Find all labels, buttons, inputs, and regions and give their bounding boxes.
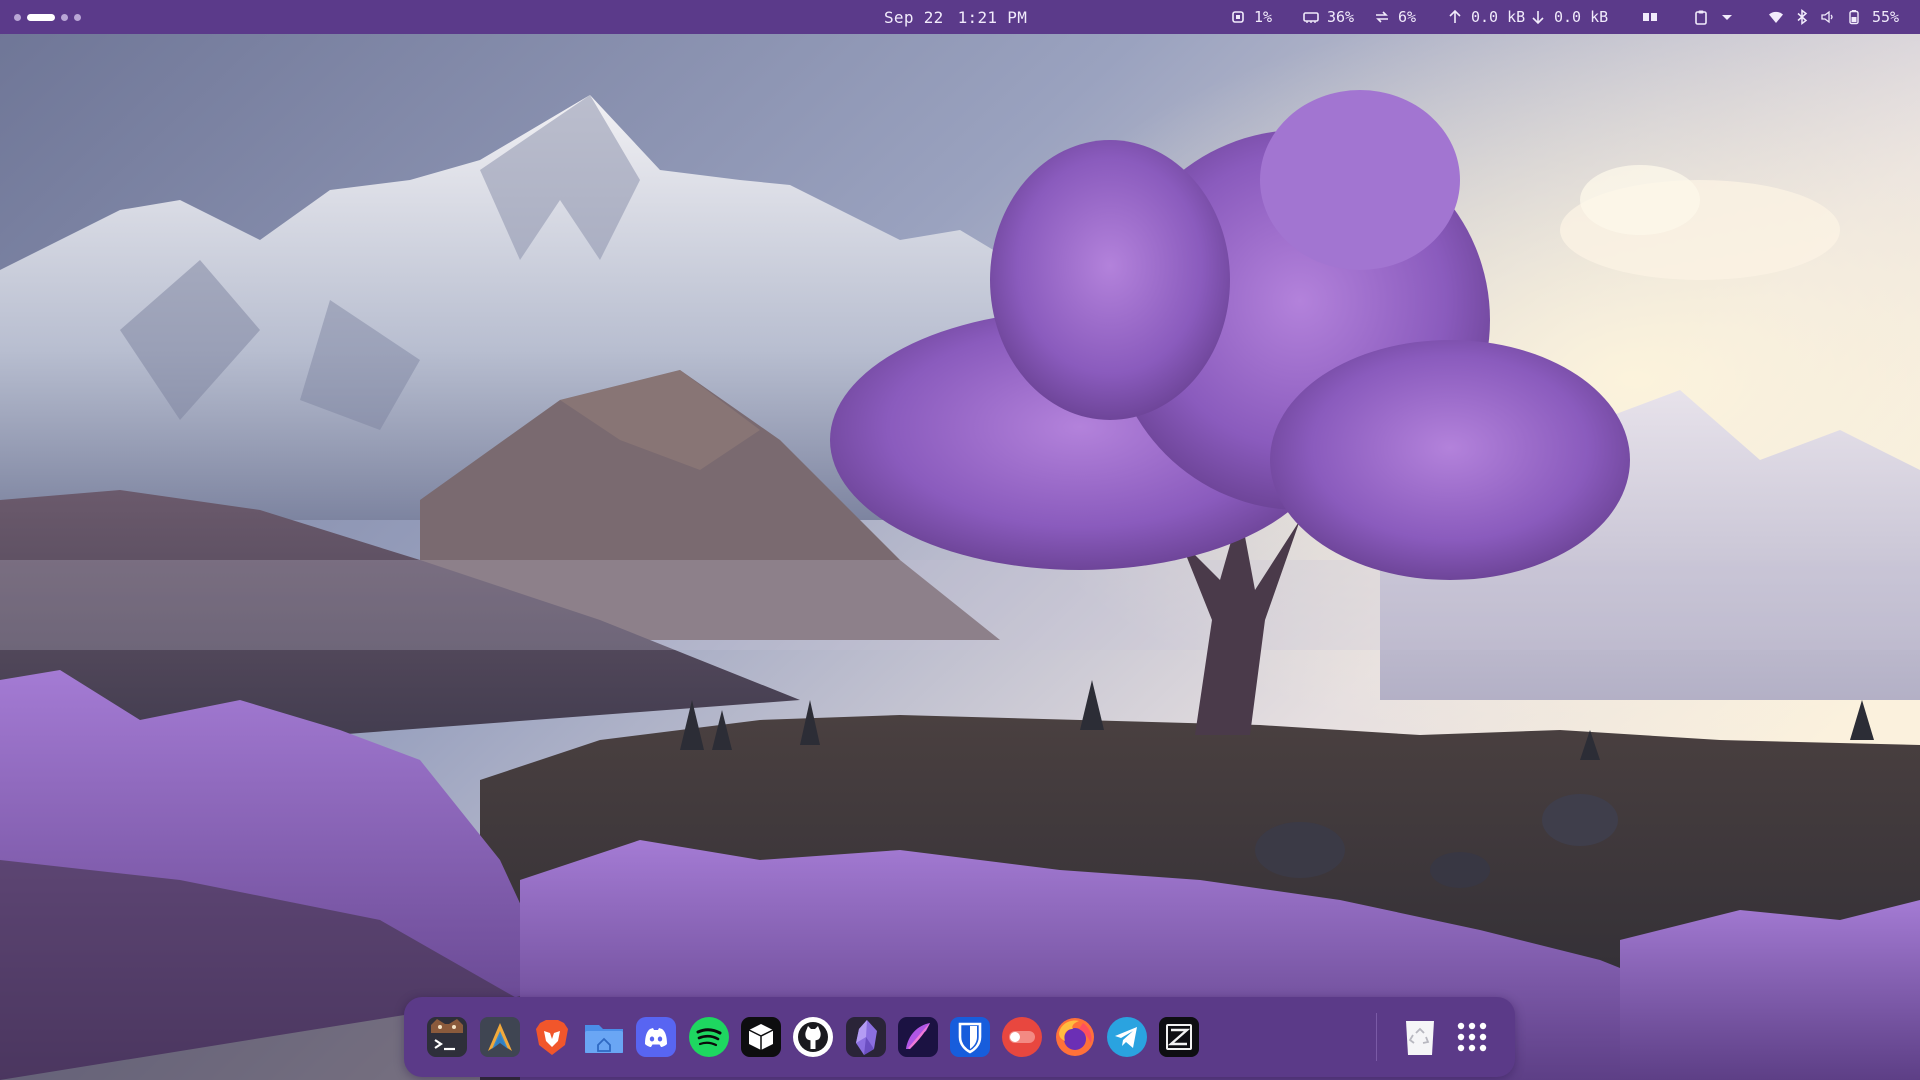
folder-home-icon — [585, 1025, 623, 1053]
spotify-icon — [689, 1017, 729, 1057]
volume-icon — [1820, 9, 1836, 25]
clock[interactable]: Sep 22 1:21 PM — [884, 0, 1027, 34]
notes-app[interactable] — [896, 1015, 940, 1059]
swap-value: 6% — [1398, 8, 1417, 26]
dock — [404, 997, 1515, 1077]
top-panel: Sep 22 1:21 PM 1% 36% 6% 0.0 kB 0.0 kB 5… — [0, 0, 1920, 34]
battery-icon — [1846, 9, 1862, 25]
firefox-icon — [1056, 1018, 1094, 1056]
desktop-wallpaper — [0, 0, 1920, 1080]
workspace-dot[interactable] — [14, 13, 21, 21]
system-tray[interactable]: 55% — [1768, 0, 1899, 34]
layout-icon — [1642, 9, 1658, 25]
discord-app[interactable] — [634, 1015, 678, 1059]
telegram-app[interactable] — [1105, 1015, 1149, 1059]
clock-time: 1:21 PM — [957, 7, 1028, 27]
bluetooth-icon — [1794, 9, 1810, 25]
arch-icon — [480, 1017, 520, 1057]
bitwarden-app[interactable] — [948, 1015, 992, 1059]
trash-icon — [1406, 1021, 1434, 1055]
app-grid-icon — [1457, 1022, 1487, 1052]
cube-app[interactable] — [739, 1015, 783, 1059]
brave-browser-app[interactable] — [530, 1015, 574, 1059]
cpu-value: 1% — [1254, 8, 1273, 26]
workspace-dot[interactable] — [61, 13, 68, 21]
swap-monitor[interactable]: 6% — [1374, 0, 1416, 34]
shield-icon — [950, 1017, 990, 1057]
workspace-dot[interactable] — [74, 13, 81, 21]
obsidian-app[interactable] — [844, 1015, 888, 1059]
obsidian-crystal-icon — [846, 1017, 886, 1057]
cube-icon — [741, 1017, 781, 1057]
network-upload[interactable]: 0.0 kB — [1447, 0, 1525, 34]
show-apps-button[interactable] — [1450, 1015, 1494, 1059]
upload-value: 0.0 kB — [1471, 8, 1526, 26]
memory-icon — [1303, 9, 1319, 25]
clipboard-menu[interactable] — [1693, 0, 1735, 34]
brave-lion-icon — [536, 1020, 568, 1055]
battery-value: 55% — [1872, 8, 1900, 26]
workspace-dot-active[interactable] — [27, 13, 55, 21]
github-icon — [793, 1017, 833, 1057]
github-app[interactable] — [791, 1015, 835, 1059]
cpu-monitor[interactable]: 1% — [1230, 0, 1272, 34]
files-app[interactable] — [582, 1015, 626, 1059]
download-value: 0.0 kB — [1554, 8, 1609, 26]
arch-installer-app[interactable] — [478, 1015, 522, 1059]
memory-monitor[interactable]: 36% — [1303, 0, 1354, 34]
trash-app[interactable] — [1398, 1015, 1442, 1059]
terminal-icon — [427, 1017, 467, 1057]
upload-arrow-icon — [1447, 9, 1463, 25]
download-arrow-icon — [1530, 9, 1546, 25]
clipboard-icon — [1693, 9, 1709, 25]
discord-icon — [636, 1017, 676, 1057]
cpu-icon — [1230, 9, 1246, 25]
network-download[interactable]: 0.0 kB — [1530, 0, 1608, 34]
dock-separator — [1376, 1013, 1377, 1061]
swap-icon — [1374, 9, 1390, 25]
telegram-icon — [1107, 1017, 1147, 1057]
feather-icon — [898, 1017, 938, 1057]
zed-editor-app[interactable] — [1157, 1015, 1201, 1059]
firefox-app[interactable] — [1053, 1015, 1097, 1059]
window-layout-button[interactable] — [1640, 0, 1660, 34]
zed-icon — [1159, 1017, 1199, 1057]
wifi-icon — [1768, 9, 1784, 25]
terminal-app[interactable] — [425, 1015, 469, 1059]
workspace-indicator[interactable] — [14, 0, 81, 34]
toggle-icon — [1002, 1017, 1042, 1057]
chevron-down-icon — [1719, 9, 1735, 25]
clock-date: Sep 22 — [884, 7, 944, 27]
spotify-app[interactable] — [687, 1015, 731, 1059]
memory-value: 36% — [1327, 8, 1355, 26]
toggle-app[interactable] — [1000, 1015, 1044, 1059]
